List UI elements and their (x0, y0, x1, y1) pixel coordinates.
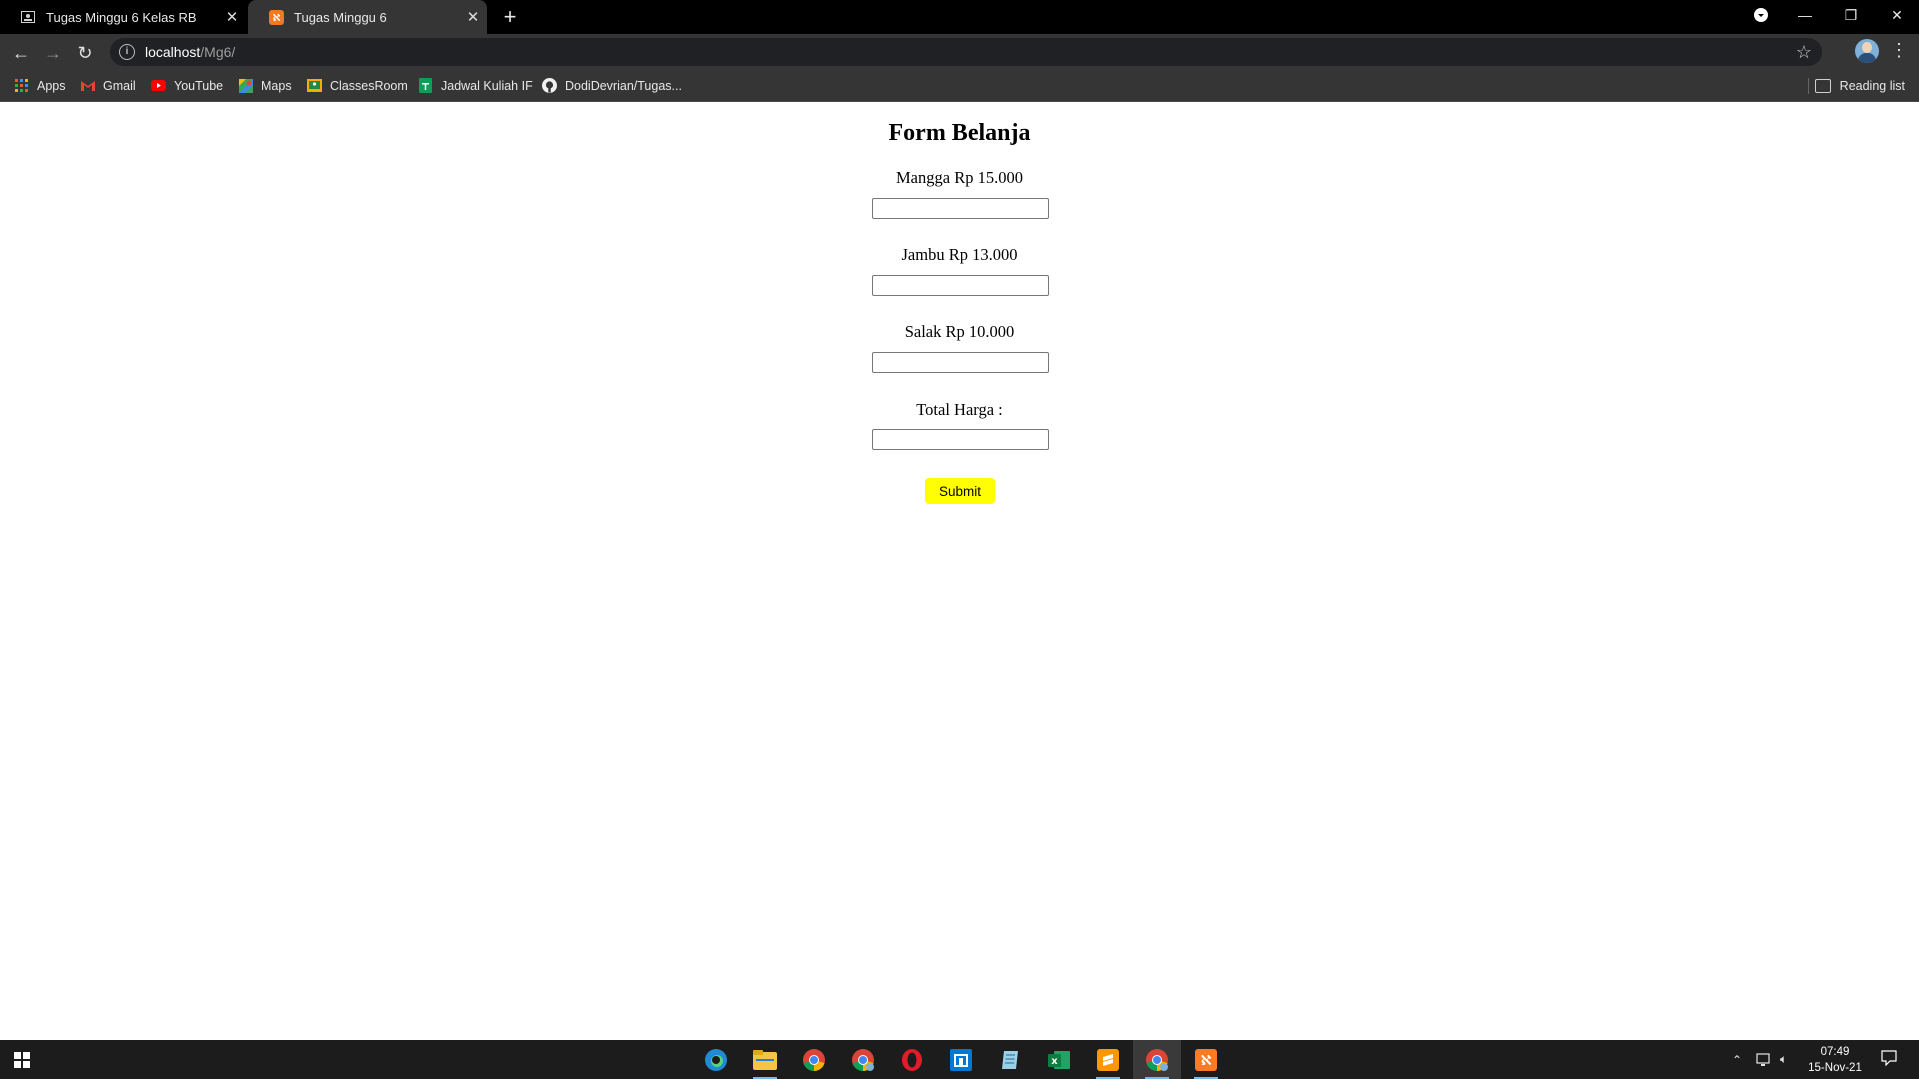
xampp-icon[interactable]: ℵ (1182, 1040, 1230, 1079)
url-path: /Mg6/ (200, 44, 236, 60)
bookmark-youtube[interactable]: YouTube (151, 70, 223, 101)
chrome-menu-icon[interactable]: ⋮ (1890, 40, 1908, 61)
total-harga-label: Total Harga : (916, 400, 1003, 419)
svg-text:ℵ: ℵ (272, 13, 280, 24)
svg-text:ℵ: ℵ (1200, 1053, 1211, 1069)
bookmark-label: Maps (261, 78, 292, 93)
sublime-text-icon[interactable] (1084, 1040, 1132, 1079)
address-bar[interactable]: i localhost/Mg6/ ☆ (110, 38, 1822, 66)
edge-icon[interactable] (692, 1040, 740, 1079)
tab-title: Tugas Minggu 6 (294, 9, 387, 25)
tab-title: Tugas Minggu 6 Kelas RB (46, 9, 197, 25)
notepad-icon[interactable] (986, 1040, 1034, 1079)
jambu-input[interactable] (872, 275, 1049, 296)
salak-label: Salak Rp 10.000 (904, 322, 1015, 341)
svg-text:x: x (1051, 1056, 1058, 1067)
chrome-icon[interactable] (790, 1040, 838, 1079)
browser-toolbar: ← → ↻ i localhost/Mg6/ ☆ ⋮ (0, 34, 1919, 70)
notifications-icon[interactable] (1880, 1050, 1898, 1068)
youtube-icon (151, 78, 166, 93)
bookmarks-bar: Apps Gmail YouTube Maps ClassesRoom Jadw… (0, 70, 1919, 102)
close-tab-icon[interactable]: ✕ (218, 8, 246, 26)
excel-icon[interactable]: x (1035, 1040, 1083, 1079)
close-window-icon[interactable]: ✕ (1874, 0, 1919, 30)
jambu-label: Jambu Rp 13.000 (901, 245, 1018, 264)
bookmark-jadwal-kuliah-if[interactable]: Jadwal Kuliah IF (418, 70, 533, 101)
windows-taskbar: x ℵ ⌃ 🔈︎ 07:49 15-Nov-21 (0, 1040, 1919, 1079)
url-host: localhost (145, 44, 201, 60)
clock-time: 07:49 (1820, 1046, 1850, 1058)
chrome-profile-icon[interactable] (839, 1040, 887, 1079)
bookmarks-separator (1808, 78, 1809, 94)
browser-tab-bar: Tugas Minggu 6 Kelas RB ✕ ℵ Tugas Minggu… (0, 0, 1919, 34)
bookmark-label: Gmail (103, 78, 136, 93)
bookmark-label: ClassesRoom (330, 78, 408, 93)
bookmark-label: Apps (37, 78, 66, 93)
submit-button[interactable]: Submit (925, 478, 995, 504)
classroom-tab-icon (20, 9, 36, 25)
mangga-label: Mangga Rp 15.000 (896, 168, 1023, 187)
windows-start-icon[interactable] (14, 1052, 30, 1068)
close-tab-icon[interactable]: ✕ (459, 8, 487, 26)
bookmark-label: YouTube (174, 78, 224, 93)
restore-icon[interactable]: ❐ (1828, 0, 1874, 30)
store-icon[interactable] (937, 1040, 985, 1079)
sheets-icon (418, 78, 433, 93)
maps-icon (238, 78, 253, 93)
bookmark-label: Jadwal Kuliah IF (441, 78, 533, 93)
page-content: Form Belanja Mangga Rp 15.000 Jambu Rp 1… (0, 102, 1919, 1040)
apps-grid-icon (14, 78, 29, 93)
bookmark-star-icon[interactable]: ☆ (1796, 42, 1812, 63)
mangga-input[interactable] (872, 198, 1049, 219)
bookmark-dodidevrian-tugas[interactable]: DodiDevrian/Tugas... (542, 70, 682, 101)
salak-input[interactable] (872, 352, 1049, 373)
file-explorer-icon[interactable] (741, 1040, 789, 1079)
profile-avatar[interactable] (1855, 39, 1879, 63)
bookmark-maps[interactable]: Maps (238, 70, 292, 101)
total-harga-input[interactable] (872, 429, 1049, 450)
bookmark-label: DodiDevrian/Tugas... (565, 78, 682, 93)
volume-icon[interactable]: 🔈︎ (1780, 1040, 1787, 1079)
clock-date: 15-Nov-21 (1808, 1062, 1862, 1074)
network-icon[interactable] (1756, 1040, 1772, 1079)
new-tab-button[interactable]: + (498, 4, 522, 30)
tab-tugas-minggu-6[interactable]: ℵ Tugas Minggu 6 ✕ (248, 0, 487, 34)
xampp-tab-icon: ℵ (268, 9, 284, 25)
reading-list-button[interactable]: Reading list (1814, 70, 1905, 101)
site-info-icon[interactable]: i (119, 44, 135, 60)
bookmark-apps[interactable]: Apps (14, 70, 66, 101)
classroom-icon (307, 78, 322, 93)
page-title: Form Belanja (888, 120, 1031, 146)
bookmark-classesroom[interactable]: ClassesRoom (307, 70, 408, 101)
minimize-icon[interactable]: — (1782, 0, 1828, 30)
taskbar-clock[interactable]: 07:49 15-Nov-21 (1800, 1044, 1870, 1076)
reload-icon[interactable]: ↻ (73, 41, 97, 65)
forward-icon[interactable]: → (41, 41, 65, 65)
reading-list-label: Reading list (1839, 78, 1905, 93)
tab-tugas-minggu-6-kelas-rb[interactable]: Tugas Minggu 6 Kelas RB ✕ (0, 0, 246, 34)
github-icon (542, 78, 557, 93)
opera-icon[interactable] (888, 1040, 936, 1079)
chrome-profile-menu-icon[interactable] (1738, 0, 1784, 30)
bookmark-gmail[interactable]: Gmail (80, 70, 136, 101)
chrome-active-icon[interactable] (1133, 1040, 1181, 1079)
show-hidden-icons-icon[interactable]: ⌃ (1732, 1040, 1742, 1079)
back-icon[interactable]: ← (9, 41, 33, 65)
reading-list-icon (1814, 78, 1831, 93)
gmail-icon (80, 78, 95, 93)
